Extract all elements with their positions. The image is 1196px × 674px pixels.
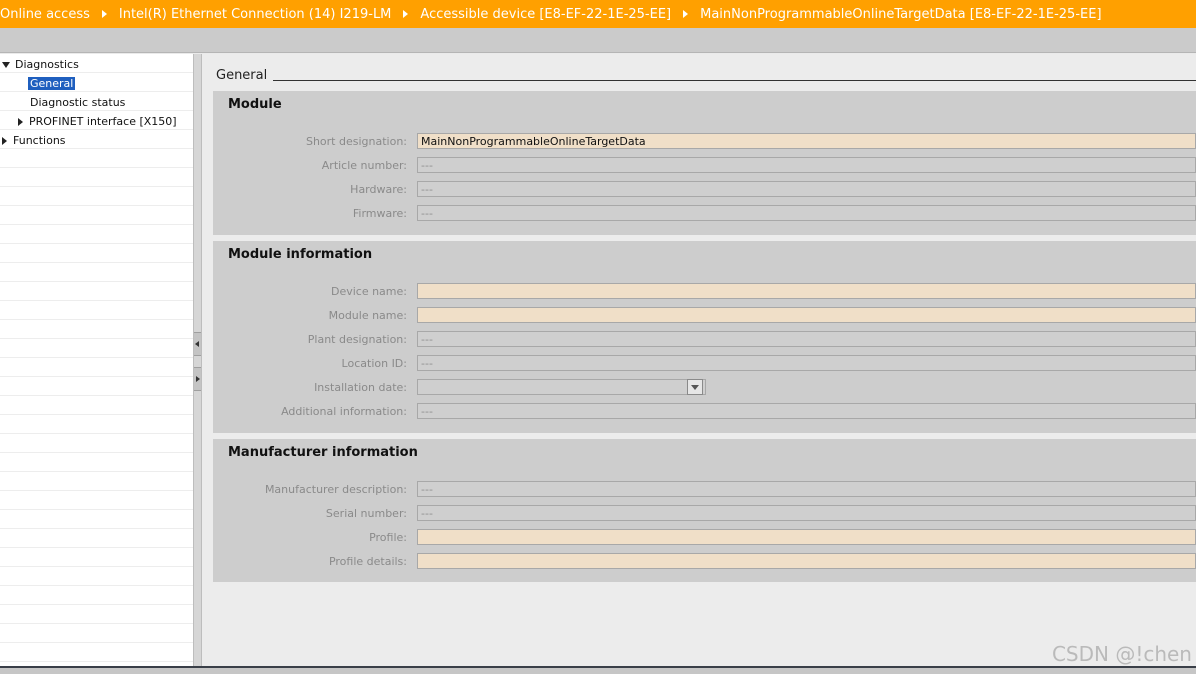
tree-item-label: Diagnostics [15, 58, 79, 71]
breadcrumb-ethernet-connection[interactable]: Intel(R) Ethernet Connection (14) I219-L… [119, 7, 392, 22]
group-title: Module information [228, 247, 373, 262]
installation-date-row: Installation date: [213, 379, 1196, 397]
plant-designation-field: --- [417, 331, 1196, 347]
tree-item-label: Diagnostic status [30, 96, 126, 109]
tree-item-functions[interactable]: Functions [2, 131, 66, 150]
breadcrumb-online-access[interactable]: Online access [0, 7, 90, 22]
installation-date-dropdown-button[interactable] [687, 379, 703, 395]
tree-item-diagnostic-status[interactable]: Diagnostic status [30, 93, 125, 112]
hardware-row: Hardware: --- [213, 181, 1196, 199]
breadcrumb-target-data[interactable]: MainNonProgrammableOnlineTargetData [E8-… [700, 7, 1101, 22]
installation-date-field [417, 379, 706, 395]
field-label: Module name: [328, 309, 407, 322]
collapse-left-button[interactable] [194, 332, 201, 356]
tree-item-label: General [26, 76, 77, 91]
plant-designation-row: Plant designation: --- [213, 331, 1196, 349]
field-label: Device name: [330, 285, 407, 298]
field-label: Profile details: [328, 555, 407, 568]
arrow-right-icon [196, 376, 200, 382]
device-name-field[interactable] [417, 283, 1196, 299]
expand-arrow-icon[interactable] [2, 62, 10, 68]
article-number-field: --- [417, 157, 1196, 173]
device-name-row: Device name: [213, 283, 1196, 301]
field-label: Location ID: [341, 357, 407, 370]
breadcrumb-separator-icon [683, 10, 689, 18]
breadcrumb-separator-icon [101, 10, 107, 18]
additional-information-field: --- [417, 403, 1196, 419]
tree-item-profinet-interface[interactable]: PROFINET interface [X150] [18, 112, 177, 131]
breadcrumb: Online access Intel(R) Ethernet Connecti… [0, 0, 1196, 28]
group-title: Module [228, 97, 282, 112]
breadcrumb-separator-icon [403, 10, 409, 18]
manufacturer-description-row: Manufacturer description: --- [213, 481, 1196, 499]
field-label: Hardware: [350, 183, 407, 196]
navigation-tree: Diagnostics General Diagnostic status PR… [0, 54, 194, 666]
firmware-row: Firmware: --- [213, 205, 1196, 223]
short-designation-field[interactable]: MainNonProgrammableOnlineTargetData [417, 133, 1196, 149]
manufacturer-information-group: Manufacturer information Manufacturer de… [213, 439, 1196, 582]
field-label: Installation date: [314, 381, 407, 394]
field-label: Firmware: [352, 207, 407, 220]
location-id-row: Location ID: --- [213, 355, 1196, 373]
arrow-left-icon [195, 341, 199, 347]
collapse-arrow-icon[interactable] [2, 137, 7, 145]
hardware-field: --- [417, 181, 1196, 197]
field-label: Additional information: [281, 405, 407, 418]
section-divider [273, 80, 1196, 81]
additional-information-row: Additional information: --- [213, 403, 1196, 421]
field-label: Article number: [321, 159, 407, 172]
group-title: Manufacturer information [228, 445, 418, 460]
module-group: Module Short designation: MainNonProgram… [213, 91, 1196, 235]
serial-number-row: Serial number: --- [213, 505, 1196, 523]
field-label: Serial number: [325, 507, 407, 520]
breadcrumb-accessible-device[interactable]: Accessible device [E8-EF-22-1E-25-EE] [420, 7, 671, 22]
expand-right-button[interactable] [194, 367, 201, 391]
serial-number-field: --- [417, 505, 1196, 521]
module-information-group: Module information Device name: Module n… [213, 241, 1196, 433]
profile-details-row: Profile details: [213, 553, 1196, 571]
short-designation-row: Short designation: MainNonProgrammableOn… [213, 133, 1196, 151]
module-name-field[interactable] [417, 307, 1196, 323]
field-label: Manufacturer description: [264, 483, 407, 496]
profile-field[interactable] [417, 529, 1196, 545]
watermark: CSDN @!chen [1051, 642, 1192, 666]
profile-details-field[interactable] [417, 553, 1196, 569]
toolbar [0, 28, 1196, 53]
section-title: General [216, 68, 268, 83]
article-number-row: Article number: --- [213, 157, 1196, 175]
location-id-field: --- [417, 355, 1196, 371]
field-label: Plant designation: [307, 333, 407, 346]
tree-item-label: Functions [13, 134, 66, 147]
profile-row: Profile: [213, 529, 1196, 547]
status-bar [0, 666, 1196, 674]
content-panel: General Module Short designation: MainNo… [202, 54, 1196, 666]
collapse-arrow-icon[interactable] [18, 118, 23, 126]
module-name-row: Module name: [213, 307, 1196, 325]
tree-item-label: PROFINET interface [X150] [29, 115, 177, 128]
tree-item-general[interactable]: General [26, 74, 77, 93]
field-label: Short designation: [305, 135, 407, 148]
chevron-down-icon [691, 385, 699, 390]
firmware-field: --- [417, 205, 1196, 221]
tree-item-diagnostics[interactable]: Diagnostics [2, 55, 79, 74]
field-label: Profile: [369, 531, 407, 544]
manufacturer-description-field: --- [417, 481, 1196, 497]
panel-splitter[interactable] [193, 54, 202, 666]
